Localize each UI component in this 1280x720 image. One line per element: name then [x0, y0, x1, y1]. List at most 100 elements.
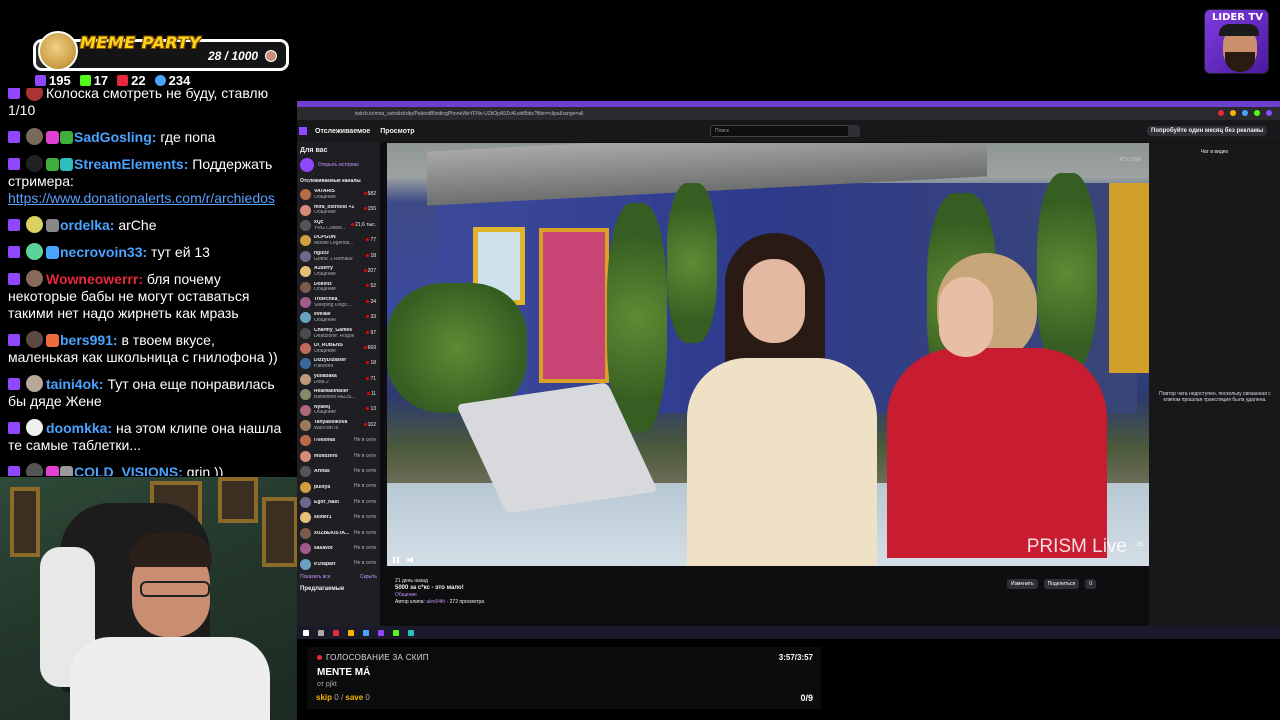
sidebar-channel-viewers: 13 — [366, 406, 376, 412]
sidebar-channel-name: DCPGUN — [314, 235, 336, 241]
sidebar-channel[interactable]: silider1 Не в сети — [297, 510, 380, 525]
pause-icon[interactable] — [393, 557, 399, 563]
sidebar-channel[interactable]: RealNakihaller Battlefield REDS... 11 — [297, 387, 380, 402]
sidebar-channel-category: Общение — [314, 210, 336, 216]
sidebar-channel-category-wrap: Общение — [314, 349, 356, 354]
sidebar-channel[interactable]: Troiechka_ Sleeping Dogs:... 34 — [297, 295, 380, 310]
sidebar-channel[interactable]: sasavot Не в сети — [297, 541, 380, 556]
chat-username[interactable]: Wowneowerrr: — [46, 271, 143, 287]
clip-category[interactable]: Общение — [395, 592, 1135, 599]
sidebar-channel[interactable]: mollbzero Не в сети — [297, 449, 380, 464]
ad-free-button[interactable]: Попробуйте один месяц без рекламы — [1147, 126, 1268, 136]
sidebar-channel[interactable]: Charmy_Games Deadzone: Rogue 97 — [297, 326, 380, 341]
chat-username[interactable]: StreamElements: — [74, 156, 188, 172]
app-icon[interactable] — [408, 629, 414, 636]
sidebar-channel[interactable]: Arthas Не в сети — [297, 464, 380, 479]
sidebar-channel[interactable]: mira_ostrolist +1 Общение 155 — [297, 202, 380, 217]
search-icon[interactable] — [318, 629, 324, 636]
live-dot-icon — [363, 207, 367, 211]
chat-username[interactable]: COLD_VISIONS: — [74, 464, 183, 476]
nav-browse[interactable]: Просмотр — [380, 128, 414, 135]
medal-icon — [265, 50, 277, 62]
share-button[interactable]: Поделиться — [1043, 579, 1080, 589]
avatar — [300, 296, 311, 308]
volume-icon[interactable] — [407, 557, 413, 563]
nav-following[interactable]: Отслеживаемое — [315, 128, 370, 135]
show-all-link[interactable]: Показать все — [300, 574, 331, 580]
avatar — [300, 281, 311, 293]
history-button[interactable]: Открыть историю — [297, 156, 380, 174]
extension-icons[interactable] — [1218, 110, 1272, 116]
streamer-hair — [130, 533, 212, 567]
chat-username[interactable]: doomkka: — [46, 420, 112, 436]
sidebar-channel-viewers-value: 33 — [370, 314, 376, 321]
sidebar-channel[interactable]: Dokenz Общение 52 — [297, 279, 380, 294]
sidebar-channel[interactable]: Nyakkj Общение 13 — [297, 402, 380, 417]
sidebar-channel-name: evelale — [314, 312, 331, 318]
clip-author-link[interactable]: alex54th — [426, 599, 445, 605]
followed-channel-list: VATARIS Общение 582 mira_ostrolist +1 Общени… — [297, 187, 380, 572]
sidebar-channel[interactable]: DizzyDizaster Palworld 18 — [297, 356, 380, 371]
search-icon[interactable] — [848, 125, 860, 137]
avatar — [300, 266, 311, 278]
chrome-icon[interactable] — [333, 629, 339, 636]
sidebar-channel[interactable]: TanyaBelkova Warcraft III 102 — [297, 418, 380, 433]
sidebar-channel[interactable]: Di_RUBENS Общение 669 — [297, 341, 380, 356]
save-label: save — [345, 693, 364, 702]
chat-message: Wowneowerrr: бля почему некоторые бабы н… — [0, 265, 292, 326]
sidebar-channel-viewers: 97 — [366, 330, 376, 336]
video-corner-number: 28 — [1136, 542, 1143, 548]
app-icon[interactable] — [363, 629, 369, 636]
avatar — [300, 435, 311, 447]
edit-button[interactable]: Изменить — [1007, 579, 1038, 589]
chat-username[interactable]: ordelka: — [60, 217, 114, 233]
sidebar-channel[interactable]: Egor_Nast Не в сети — [297, 495, 380, 510]
chat-panel[interactable]: Колоска смотреть не буду, ставлю 1/10 Sa… — [0, 88, 292, 476]
twitch-icon — [35, 75, 46, 86]
sidebar-channel[interactable]: ngizzz Gothic 1 Remake 18 — [297, 249, 380, 264]
chat-username[interactable]: SadGosling: — [74, 129, 156, 145]
donation-link[interactable]: https://www.donationalerts.com/r/archied… — [8, 190, 275, 206]
address-bar[interactable]: twitch.tv/mira_ostrolist/clip/PatientBli… — [297, 107, 1280, 120]
sidebar-channel-name: xQc — [314, 219, 324, 225]
chat-username[interactable]: necrovoin33: — [60, 244, 147, 260]
sidebar-channel[interactable]: DCPGUN Mobile Legends... 77 — [297, 233, 380, 248]
search-input[interactable]: Поиск — [710, 125, 852, 137]
twitch-icon — [8, 131, 20, 143]
start-icon[interactable] — [303, 629, 309, 636]
sidebar-footer: Показать все Скрыть — [297, 572, 380, 582]
hide-link[interactable]: Скрыть — [360, 574, 377, 580]
extension-icon[interactable] — [1254, 110, 1260, 116]
app-icon[interactable] — [393, 629, 399, 636]
extension-icon[interactable] — [1266, 110, 1272, 116]
chat-username[interactable]: taini4ok: — [46, 376, 104, 392]
extension-icon[interactable] — [1230, 110, 1236, 116]
app-icon[interactable] — [378, 629, 384, 636]
sidebar-channel[interactable]: lr1napart Не в сети — [297, 556, 380, 571]
extension-icon[interactable] — [1242, 110, 1248, 116]
avatar — [26, 88, 43, 101]
address-bar-url[interactable]: twitch.tv/mira_ostrolist/clip/PatientBli… — [355, 111, 583, 117]
folder-icon[interactable] — [348, 629, 354, 636]
extension-icon[interactable] — [1218, 110, 1224, 116]
chat-username[interactable]: bers991: — [60, 332, 118, 348]
avatar — [300, 189, 311, 201]
sidebar-channel[interactable]: A1berry Общение 207 — [297, 264, 380, 279]
sidebar-channel[interactable]: evelale Общение 33 — [297, 310, 380, 325]
mute-badge-icon — [46, 219, 59, 232]
sidebar-channel[interactable]: iTeeshka Не в сети — [297, 433, 380, 448]
sidebar-channel[interactable]: yuliabaka Dota 2 71 — [297, 372, 380, 387]
video-chat-title: Чат в видео — [1200, 149, 1229, 155]
sidebar-channel-viewers-value: Не в сети — [353, 437, 376, 444]
sidebar-channel[interactable]: VATARIS Общение 582 — [297, 187, 380, 202]
sidebar-channel-viewers-value: Не в сети — [353, 514, 376, 521]
browser-window[interactable]: twitch.tv/mira_ostrolist/clip/PatientBli… — [297, 101, 1280, 639]
like-button[interactable]: 0 — [1085, 579, 1096, 589]
sidebar-channel[interactable]: pulitya Не в сети — [297, 479, 380, 494]
clip-video-player[interactable]: RTX VSR PRISM Live 28 — [387, 143, 1149, 566]
sidebar-channel-name: Di_RUBENS — [314, 343, 343, 349]
sidebar-channel-name: mira_ostrolist +1 — [314, 204, 355, 210]
sidebar-channel[interactable]: xUZBEKISTA... Не в сети — [297, 526, 380, 541]
twitch-logo-icon[interactable] — [299, 127, 307, 135]
sidebar-channel[interactable]: xQc YRG Cobble... 21,6 тыс. — [297, 218, 380, 233]
